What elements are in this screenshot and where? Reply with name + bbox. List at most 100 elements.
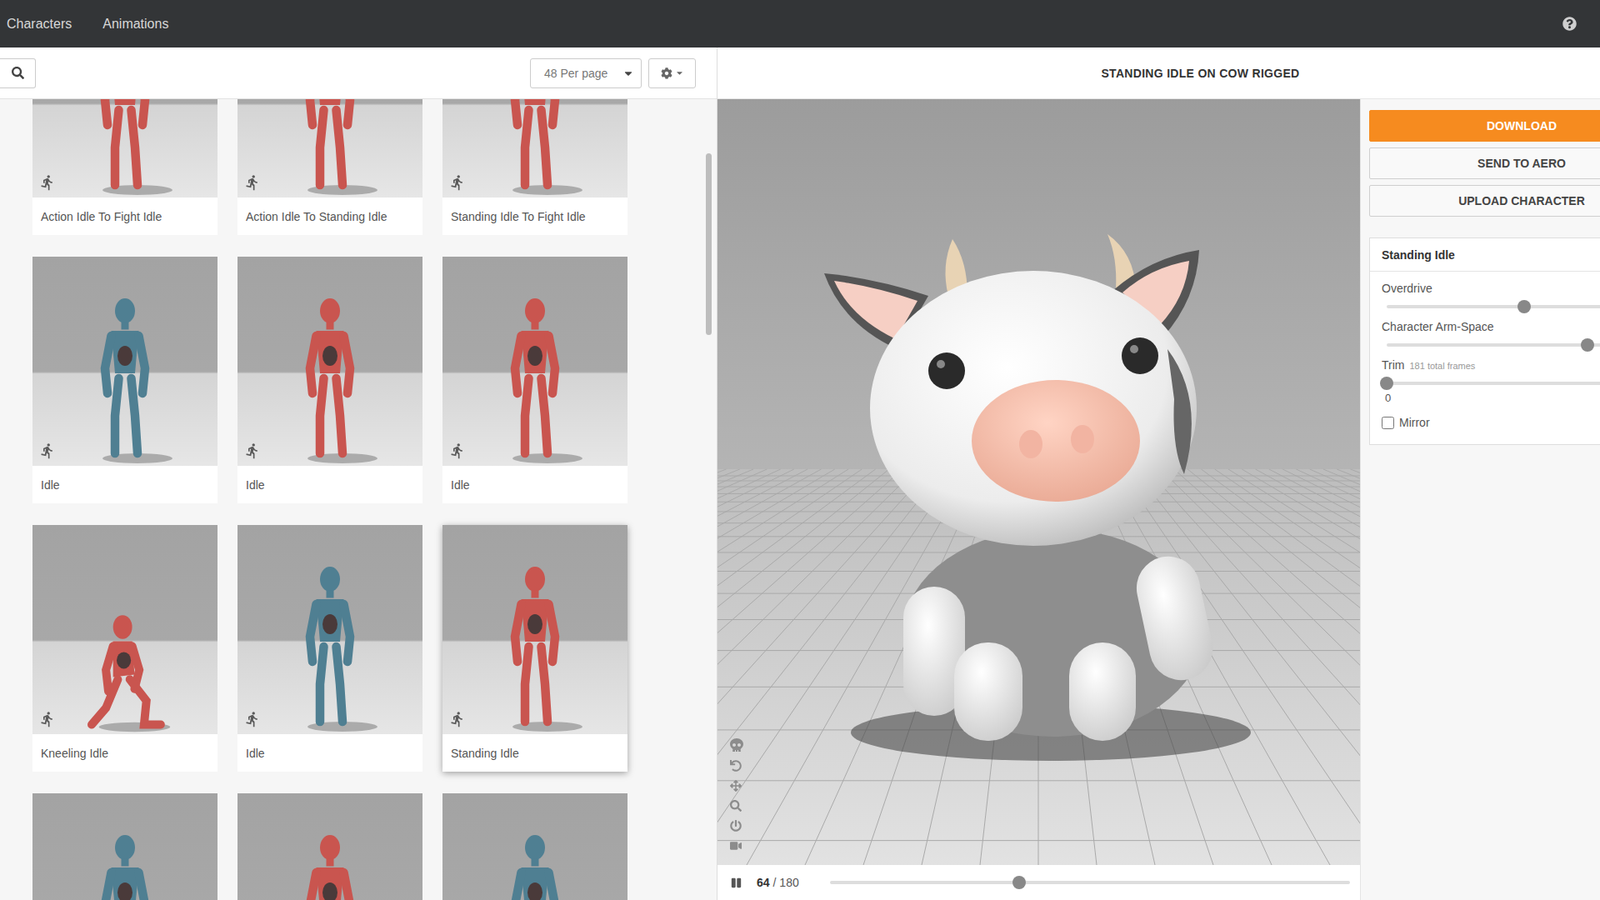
settings-button[interactable] xyxy=(648,58,696,89)
character-figure xyxy=(267,827,393,900)
animation-browser: 48 Per pageAction Idle To Fight IdleActi… xyxy=(0,47,718,900)
animation-card[interactable] xyxy=(442,793,628,900)
animation-card[interactable]: Action Idle To Standing Idle xyxy=(237,99,423,235)
pause-icon[interactable] xyxy=(730,877,742,889)
zoom-icon[interactable] xyxy=(730,800,744,812)
frame-counter: 64/ 180 xyxy=(756,875,815,890)
character-figure xyxy=(267,290,393,466)
character-figure xyxy=(267,99,393,198)
running-icon xyxy=(244,710,261,728)
animation-card[interactable] xyxy=(32,793,218,900)
slider-label: Trim181 total frames xyxy=(1381,358,1600,372)
character-figure xyxy=(472,99,598,198)
animation-card[interactable]: Idle xyxy=(442,256,628,504)
viewer: 64/ 180 xyxy=(717,99,1360,900)
animation-label: Action Idle To Fight Idle xyxy=(32,197,218,235)
slider-row: Trim181 total frames 0 xyxy=(1381,358,1600,405)
slider-thumb[interactable] xyxy=(1380,376,1394,390)
animation-thumbnail xyxy=(32,525,218,735)
viewport-tools xyxy=(730,738,744,852)
character-figure xyxy=(267,559,393,735)
slider-thumb[interactable] xyxy=(1517,300,1531,314)
running-icon xyxy=(244,174,261,191)
animation-thumbnail xyxy=(237,99,423,198)
animation-label: Idle xyxy=(237,734,423,772)
toolbar: 48 Per page xyxy=(0,47,717,100)
animation-card[interactable]: Standing Idle To Fight Idle xyxy=(442,99,628,235)
animation-label: Standing Idle To Fight Idle xyxy=(442,197,628,235)
animation-label: Kneeling Idle xyxy=(32,734,218,772)
animation-thumbnail xyxy=(442,256,628,466)
slider-track[interactable] xyxy=(1386,343,1600,347)
slider-thumb[interactable] xyxy=(1580,338,1595,352)
slider-value: 0 xyxy=(1381,391,1600,405)
animation-label: Standing Idle xyxy=(442,734,628,772)
slider-row: Character Arm-Space xyxy=(1381,320,1600,347)
animation-card[interactable]: Idle xyxy=(32,256,218,504)
gear-icon xyxy=(660,67,673,80)
animation-grid[interactable]: Action Idle To Fight Idle Action Idle To … xyxy=(0,99,717,900)
nav-bar: Characters Animations xyxy=(0,0,1600,48)
animation-thumbnail xyxy=(442,99,628,198)
slider-track[interactable] xyxy=(1386,305,1600,309)
skeleton-icon[interactable] xyxy=(730,738,744,752)
search-icon[interactable] xyxy=(0,58,36,89)
animation-thumbnail xyxy=(32,99,218,198)
action-button[interactable]: SEND TO AERO xyxy=(1369,147,1600,180)
animation-label: Idle xyxy=(442,465,628,504)
running-icon xyxy=(449,710,466,728)
action-button[interactable]: DOWNLOAD xyxy=(1369,110,1600,142)
animation-thumbnail xyxy=(237,525,423,735)
slider-row: Overdrive xyxy=(1381,281,1600,309)
camera-icon[interactable] xyxy=(730,840,744,852)
power-icon[interactable] xyxy=(730,820,744,832)
per-page-select[interactable]: 48 Per page xyxy=(530,58,642,89)
animation-label: Action Idle To Standing Idle xyxy=(237,197,423,235)
nav-tab[interactable]: Characters xyxy=(6,16,72,32)
animation-card[interactable]: Idle xyxy=(237,256,423,504)
character-figure xyxy=(472,827,598,900)
slider-label: Character Arm-Space xyxy=(1381,320,1600,334)
timeline[interactable] xyxy=(830,880,1350,885)
animation-label: Idle xyxy=(237,465,423,504)
character-figure xyxy=(62,99,188,198)
animation-thumbnail xyxy=(32,256,218,466)
animation-card[interactable]: Kneeling Idle xyxy=(32,525,218,772)
animation-label: Idle xyxy=(32,465,218,504)
animation-card[interactable] xyxy=(237,793,423,900)
running-icon xyxy=(39,174,56,191)
scrollbar[interactable] xyxy=(705,153,712,335)
animation-thumbnail xyxy=(32,793,218,900)
character-figure xyxy=(62,567,188,735)
animation-card[interactable]: Idle xyxy=(237,525,423,772)
action-button[interactable]: UPLOAD CHARACTER xyxy=(1369,185,1600,217)
running-icon xyxy=(449,442,466,460)
playback-bar: 64/ 180 xyxy=(717,865,1360,900)
running-icon xyxy=(39,710,56,728)
settings-card: Standing Idle Overdrive Character Arm-Spac… xyxy=(1369,237,1600,445)
animation-thumbnail xyxy=(237,793,423,900)
running-icon xyxy=(39,442,56,460)
character-figure xyxy=(62,290,188,466)
animation-card[interactable]: Action Idle To Fight Idle xyxy=(32,99,218,235)
character-figure xyxy=(472,290,598,466)
mirror-checkbox[interactable]: Mirror xyxy=(1381,415,1600,430)
reset-icon[interactable] xyxy=(730,760,744,772)
move-icon[interactable] xyxy=(730,780,744,792)
side-panel: DOWNLOAD SEND TO AERO UPLOAD CHARACTER Stan… xyxy=(1360,99,1600,900)
help-icon[interactable] xyxy=(1562,16,1577,31)
slider-track[interactable] xyxy=(1386,381,1600,385)
animation-thumbnail xyxy=(442,793,628,900)
slider-label: Overdrive xyxy=(1381,281,1600,295)
scene-viewport[interactable] xyxy=(717,99,1360,865)
running-icon xyxy=(244,442,261,460)
viewer-title: STANDING IDLE ON COW RIGGED xyxy=(717,47,1600,100)
animation-thumbnail xyxy=(442,525,628,735)
character-figure xyxy=(62,827,188,900)
character-figure xyxy=(472,559,598,735)
timeline-thumb[interactable] xyxy=(1012,875,1026,890)
animation-card[interactable]: Standing Idle xyxy=(442,525,628,772)
settings-title: Standing Idle xyxy=(1370,238,1600,272)
checkbox[interactable] xyxy=(1381,416,1395,430)
nav-tab[interactable]: Animations xyxy=(102,16,169,32)
